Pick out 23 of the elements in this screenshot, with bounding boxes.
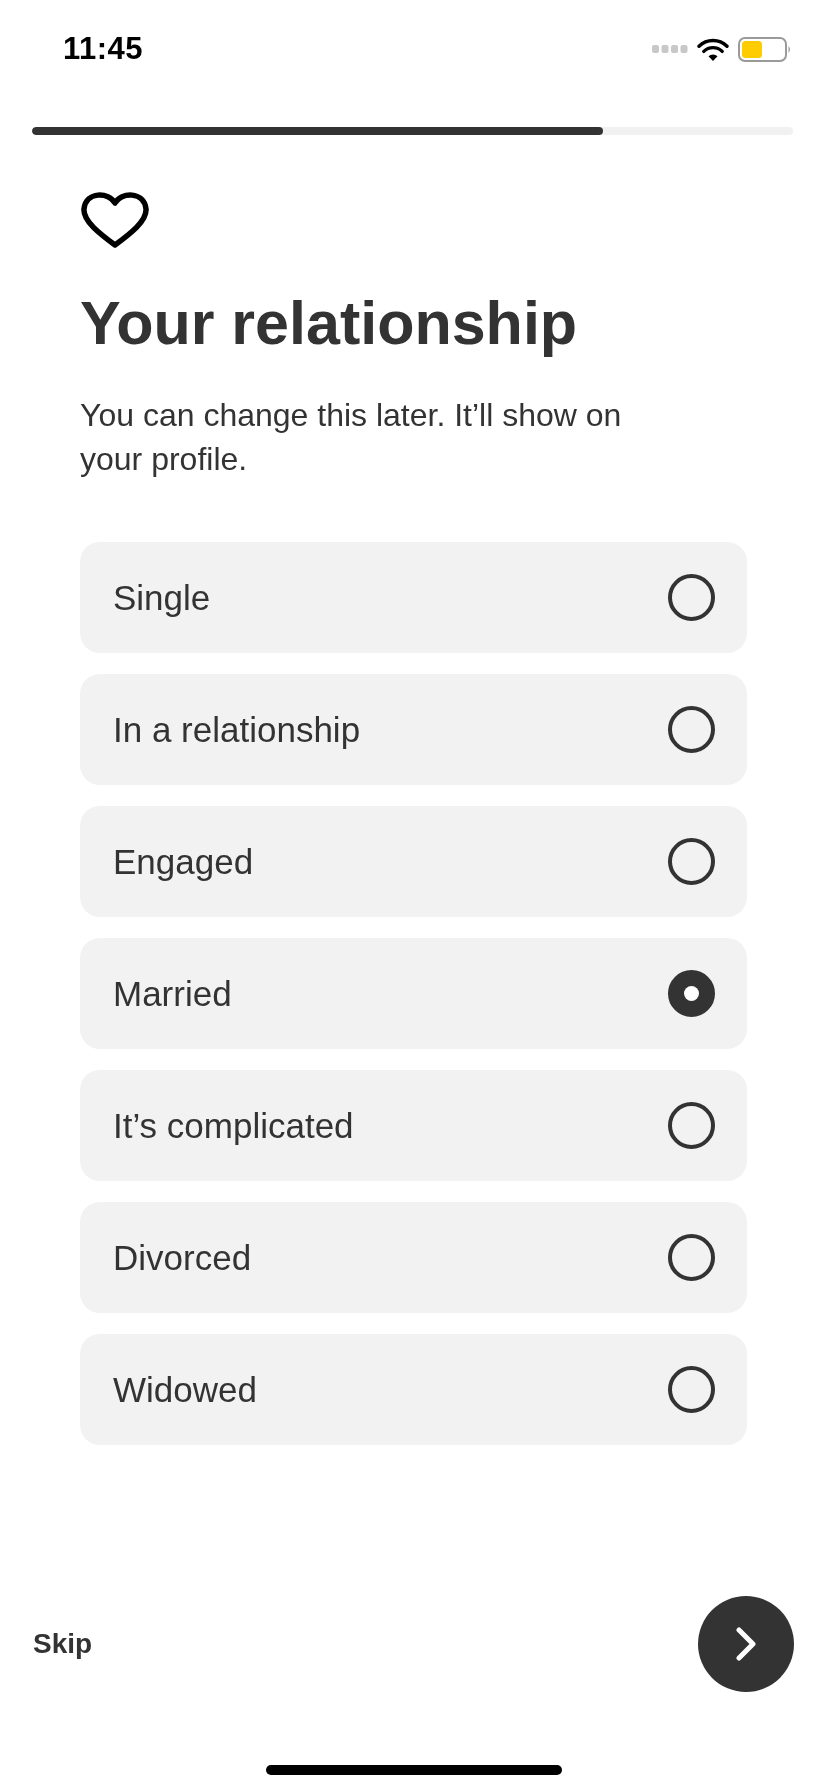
wifi-icon xyxy=(697,37,729,61)
radio-button[interactable] xyxy=(668,970,715,1017)
radio-button[interactable] xyxy=(668,1102,715,1149)
relationship-option[interactable]: Widowed xyxy=(80,1334,747,1445)
relationship-option[interactable]: Single xyxy=(80,542,747,653)
status-time: 11:45 xyxy=(63,31,144,67)
signal-icon xyxy=(652,45,688,53)
radio-button[interactable] xyxy=(668,1234,715,1281)
relationship-option[interactable]: Married xyxy=(80,938,747,1049)
heart-icon xyxy=(80,191,150,248)
radio-button[interactable] xyxy=(668,1366,715,1413)
relationship-option[interactable]: Divorced xyxy=(80,1202,747,1313)
relationship-option[interactable]: Engaged xyxy=(80,806,747,917)
page-title: Your relationship xyxy=(80,288,579,359)
chevron-right-icon xyxy=(736,1627,756,1661)
radio-button[interactable] xyxy=(668,838,715,885)
relationship-option[interactable]: It’s complicated xyxy=(80,1070,747,1181)
relationship-option[interactable]: In a relationship xyxy=(80,674,747,785)
page-subtitle: You can change this later. It’ll show on your profile. xyxy=(80,396,623,479)
radio-button[interactable] xyxy=(668,574,715,621)
radio-button[interactable] xyxy=(668,706,715,753)
skip-link[interactable]: Skip xyxy=(33,1628,93,1660)
battery-icon xyxy=(738,36,792,62)
